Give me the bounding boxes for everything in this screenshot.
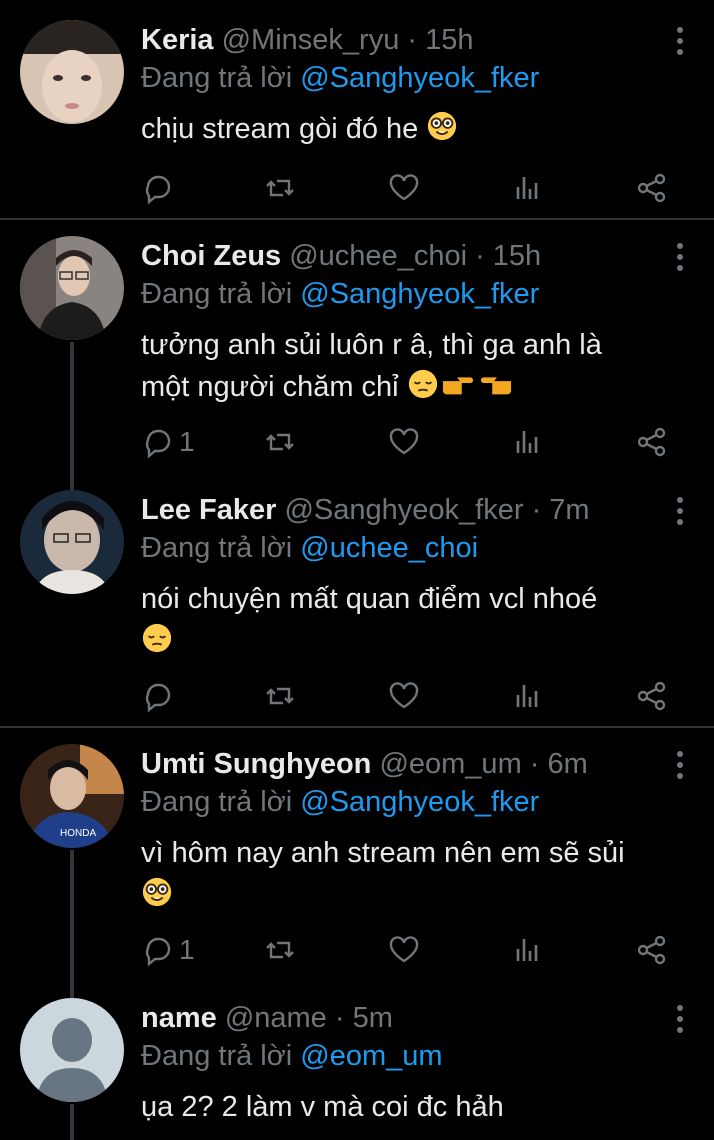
reply-icon[interactable]: 1 <box>141 422 195 462</box>
reply-prefix: Đang trả lời <box>141 786 293 818</box>
avatar[interactable] <box>20 236 124 340</box>
analytics-icon[interactable] <box>511 930 545 970</box>
tweet[interactable]: Lee Faker @Sanghyeok_fker · 7m Đang trả … <box>0 490 714 726</box>
avatar[interactable] <box>20 490 124 594</box>
handle[interactable]: @uchee_choi <box>289 240 467 272</box>
tweet-text: vì hôm nay anh stream nên em sẽ sủi <box>141 832 681 920</box>
tweet-text: tưởng anh sủi luôn r â, thì ga anh là một… <box>141 324 681 412</box>
share-icon[interactable] <box>635 676 669 716</box>
like-icon[interactable] <box>387 168 421 208</box>
reply-mention[interactable]: @Sanghyeok_fker <box>300 62 539 94</box>
more-options-icon[interactable] <box>670 1004 690 1034</box>
like-icon[interactable] <box>387 422 421 462</box>
tweet-text-content: ụa 2? 2 làm v mà coi đc hảh <box>141 1091 504 1123</box>
reply-mention[interactable]: @uchee_choi <box>300 532 478 564</box>
reply-prefix: Đang trả lời <box>141 278 293 310</box>
like-icon[interactable] <box>387 676 421 716</box>
avatar[interactable]: HONDA <box>20 744 124 848</box>
tweet[interactable]: HONDA Umti Sunghyeon @eom_um · 6m Đang t… <box>0 744 714 980</box>
retweet-icon[interactable] <box>263 422 297 462</box>
like-icon[interactable] <box>387 930 421 970</box>
reply-mention[interactable]: @Sanghyeok_fker <box>300 786 539 818</box>
retweet-icon[interactable] <box>263 930 297 970</box>
reply-mention[interactable]: @Sanghyeok_fker <box>300 278 539 310</box>
pointing-left-icon <box>477 368 515 412</box>
pensive-face-icon <box>407 368 439 412</box>
tweet[interactable]: name @name · 5m Đang trả lời @eom_um ụa … <box>0 998 714 1140</box>
tweet-text-content: nói chuyện mất quan điểm vcl nhoé <box>141 583 598 615</box>
pointing-right-icon <box>439 368 477 412</box>
timestamp[interactable]: · 5m <box>335 1002 393 1034</box>
pensive-face-icon <box>141 622 173 666</box>
handle[interactable]: @name <box>225 1002 327 1034</box>
reply-mention[interactable]: @eom_um <box>300 1040 442 1072</box>
tweet-text-content: vì hôm nay anh stream nên em sẽ sủi <box>141 837 625 869</box>
handle[interactable]: @Sanghyeok_fker <box>284 494 523 526</box>
svg-text:HONDA: HONDA <box>60 828 96 839</box>
tweet-text-content: chịu stream gòi đó he <box>141 113 419 145</box>
reply-icon[interactable] <box>141 168 175 208</box>
default-avatar[interactable] <box>20 998 124 1102</box>
display-name[interactable]: Keria <box>141 24 214 56</box>
reply-prefix: Đang trả lời <box>141 1040 293 1072</box>
tweet-text: chịu stream gòi đó he <box>141 108 681 154</box>
timestamp[interactable]: · 7m <box>532 494 590 526</box>
handle[interactable]: @eom_um <box>379 748 521 780</box>
reply-prefix: Đang trả lời <box>141 532 293 564</box>
display-name[interactable]: Umti Sunghyeon <box>141 748 371 780</box>
nerd-face-icon <box>426 110 458 154</box>
timestamp[interactable]: · 15h <box>475 240 541 272</box>
tweet-text-line: một người chăm chỉ <box>141 371 399 403</box>
more-options-icon[interactable] <box>670 496 690 526</box>
tweet-text: nói chuyện mất quan điểm vcl nhoé <box>141 578 681 666</box>
share-icon[interactable] <box>635 422 669 462</box>
handle[interactable]: @Minsek_ryu <box>222 24 400 56</box>
timestamp[interactable]: · 6m <box>530 748 588 780</box>
reply-count: 1 <box>179 934 195 965</box>
nerd-face-icon <box>141 876 173 920</box>
display-name[interactable]: Choi Zeus <box>141 240 281 272</box>
share-icon[interactable] <box>635 168 669 208</box>
tweet[interactable]: Choi Zeus @uchee_choi · 15h Đang trả lời… <box>0 236 714 476</box>
display-name[interactable]: name <box>141 1002 217 1034</box>
share-icon[interactable] <box>635 930 669 970</box>
avatar[interactable] <box>20 20 124 124</box>
retweet-icon[interactable] <box>263 676 297 716</box>
timestamp[interactable]: · 15h <box>407 24 473 56</box>
reply-count: 1 <box>179 426 195 457</box>
tweet[interactable]: Keria @Minsek_ryu · 15h Đang trả lời @Sa… <box>0 20 714 220</box>
more-options-icon[interactable] <box>670 242 690 272</box>
retweet-icon[interactable] <box>263 168 297 208</box>
reply-prefix: Đang trả lời <box>141 62 293 94</box>
more-options-icon[interactable] <box>670 750 690 780</box>
reply-icon[interactable]: 1 <box>141 930 195 970</box>
analytics-icon[interactable] <box>511 422 545 462</box>
analytics-icon[interactable] <box>511 676 545 716</box>
more-options-icon[interactable] <box>670 26 690 56</box>
divider <box>0 726 714 728</box>
display-name[interactable]: Lee Faker <box>141 494 276 526</box>
tweet-text: ụa 2? 2 làm v mà coi đc hảh <box>141 1086 681 1128</box>
analytics-icon[interactable] <box>511 168 545 208</box>
reply-icon[interactable] <box>141 676 175 716</box>
tweet-text-line: tưởng anh sủi luôn r â, thì ga anh là <box>141 329 602 361</box>
